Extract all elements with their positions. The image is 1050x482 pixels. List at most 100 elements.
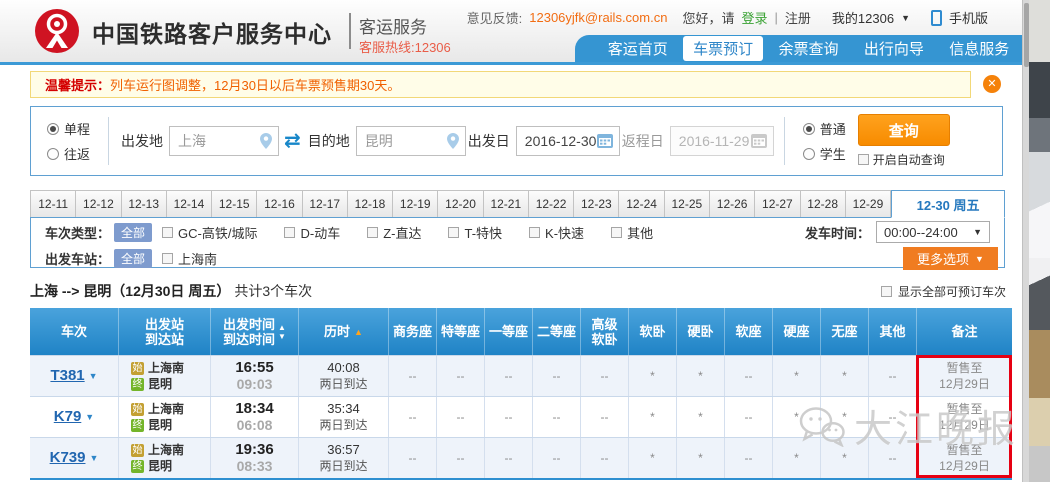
title-divider	[349, 13, 351, 49]
checkbox-icon[interactable]	[448, 226, 460, 238]
station-option[interactable]: 上海南	[162, 249, 217, 268]
student-radio[interactable]	[802, 147, 815, 160]
one-way-radio[interactable]	[47, 122, 59, 135]
my-account-menu[interactable]: 我的12306	[832, 8, 894, 27]
train-link[interactable]: K79	[54, 409, 82, 425]
swap-icon[interactable]: ⇄	[284, 131, 301, 151]
remark-cell: 暂售至 12月29日	[916, 438, 1012, 478]
date-tab[interactable]: 12-11	[30, 190, 77, 218]
date-tab[interactable]: 12-19	[393, 190, 439, 218]
date-tab[interactable]: 12-14	[166, 190, 213, 218]
calendar-icon[interactable]	[596, 134, 613, 148]
date-tab[interactable]: 12-18	[347, 190, 394, 218]
date-tab-active[interactable]: 12-30 周五	[891, 190, 1006, 218]
date-tab[interactable]: 12-23	[574, 190, 620, 218]
train-link[interactable]: T381	[50, 368, 84, 384]
expand-arrow-icon[interactable]: ▼	[85, 409, 94, 425]
train-type-all-badge[interactable]: 全部	[114, 222, 153, 242]
trip-type-group: 单程 往返	[47, 119, 90, 163]
date-tab[interactable]: 12-20	[438, 190, 484, 218]
nav-item-4[interactable]: 信息服务	[939, 36, 1019, 61]
round-trip-option[interactable]: 往返	[47, 144, 90, 163]
date-tab[interactable]: 12-13	[121, 190, 167, 218]
seat-cell: *	[772, 438, 820, 478]
more-options-button[interactable]: 更多选项 ▼	[903, 247, 998, 270]
depart-date-input[interactable]: 2016-12-30	[515, 126, 620, 156]
show-all-checkbox[interactable]	[880, 285, 892, 297]
train-type-option[interactable]: T-特快	[448, 223, 502, 242]
checkbox-icon[interactable]	[367, 226, 379, 238]
background-photo	[1022, 0, 1050, 482]
round-trip-radio[interactable]	[47, 147, 59, 160]
duration-cell: 40:08 两日到达	[298, 356, 388, 396]
end-badge: 终	[131, 377, 144, 391]
date-tab[interactable]: 12-16	[257, 190, 303, 218]
normal-label: 普通	[819, 122, 846, 137]
date-tab[interactable]: 12-17	[302, 190, 348, 218]
date-tab[interactable]: 12-24	[619, 190, 665, 218]
col-header: 出发时间 到达时间 ▲ ▼	[210, 308, 298, 355]
student-option[interactable]: 学生	[802, 144, 846, 163]
nav-item-0[interactable]: 客运首页	[598, 36, 678, 61]
from-input[interactable]: 上海	[169, 126, 280, 156]
route-text: 上海 --> 昆明（12月30日 周五）	[30, 283, 231, 299]
auto-query-checkbox[interactable]	[857, 154, 869, 165]
train-type-option[interactable]: K-快速	[529, 223, 584, 242]
col-header: 硬卧	[676, 308, 724, 355]
seat-cell: *	[772, 397, 820, 437]
expand-arrow-icon[interactable]: ▼	[89, 450, 98, 466]
mobile-version-link[interactable]: 手机版	[949, 8, 988, 27]
train-type-option[interactable]: 其他	[611, 223, 653, 242]
expand-arrow-icon[interactable]: ▼	[89, 368, 98, 384]
col-header: 其他	[868, 308, 916, 355]
scrollbar-thumb[interactable]	[1024, 3, 1029, 67]
checkbox-icon[interactable]	[284, 226, 296, 238]
col-header: 特等座	[436, 308, 484, 355]
one-way-option[interactable]: 单程	[47, 119, 90, 138]
feedback-email-link[interactable]: 12306yjfk@rails.com.cn	[529, 10, 667, 25]
train-type-option[interactable]: GC-高铁/城际	[162, 223, 257, 242]
date-tab[interactable]: 12-22	[528, 190, 575, 218]
normal-option[interactable]: 普通	[802, 119, 846, 138]
sort-asc-icon[interactable]: ▲	[278, 323, 286, 332]
date-tab[interactable]: 12-15	[212, 190, 258, 218]
remark-line: 暂售至	[946, 361, 983, 375]
show-all-option[interactable]: 显示全部可预订车次	[880, 283, 1006, 300]
checkbox-icon[interactable]	[162, 226, 174, 238]
date-tab[interactable]: 12-12	[76, 190, 122, 218]
register-link[interactable]: 注册	[785, 8, 811, 27]
table-header: 车次 出发站 到达站 出发时间 到达时间 ▲ ▼ 历时 ▲ 商务座 特等座 一等座 二等座 高级 软卧 软卧硬…	[30, 308, 1012, 355]
scrollbar[interactable]	[1022, 0, 1029, 482]
train-type-option[interactable]: Z-直达	[367, 223, 421, 242]
to-label: 目的地	[307, 133, 350, 149]
sort-desc-icon[interactable]: ▼	[278, 332, 286, 341]
close-icon[interactable]: ✕	[983, 75, 1001, 93]
sort-asc-icon[interactable]: ▲	[354, 327, 363, 337]
date-tab[interactable]: 12-28	[800, 190, 846, 218]
nav-item-3[interactable]: 出行向导	[854, 36, 934, 61]
date-tab[interactable]: 12-21	[483, 190, 529, 218]
sort-icons[interactable]: ▲ ▼	[278, 323, 286, 341]
auto-query-option[interactable]: 开启自动查询	[857, 151, 945, 168]
date-tab[interactable]: 12-25	[664, 190, 710, 218]
train-link[interactable]: K739	[50, 450, 86, 466]
query-button[interactable]: 查询	[857, 114, 950, 146]
depart-time-select[interactable]: 00:00--24:00 ▼	[876, 221, 990, 243]
arrival-note: 两日到达	[319, 377, 368, 391]
to-input[interactable]: 昆明	[355, 126, 466, 156]
train-type-option[interactable]: D-动车	[284, 223, 340, 242]
seat-cell: --	[436, 438, 484, 478]
date-tab[interactable]: 12-27	[755, 190, 801, 218]
depart-station-all-badge[interactable]: 全部	[114, 248, 153, 268]
return-date-input[interactable]: 2016-11-29	[669, 126, 774, 156]
chevron-down-icon[interactable]: ▼	[901, 13, 910, 23]
normal-radio[interactable]	[802, 122, 815, 135]
date-tab[interactable]: 12-29	[845, 190, 892, 218]
login-link[interactable]: 登录	[741, 8, 767, 27]
date-tab[interactable]: 12-26	[709, 190, 756, 218]
checkbox-icon[interactable]	[611, 226, 623, 238]
checkbox-icon[interactable]	[529, 226, 541, 238]
checkbox-icon[interactable]	[162, 252, 174, 264]
nav-item-1[interactable]: 车票预订	[683, 36, 764, 61]
nav-item-2[interactable]: 余票查询	[768, 36, 848, 61]
